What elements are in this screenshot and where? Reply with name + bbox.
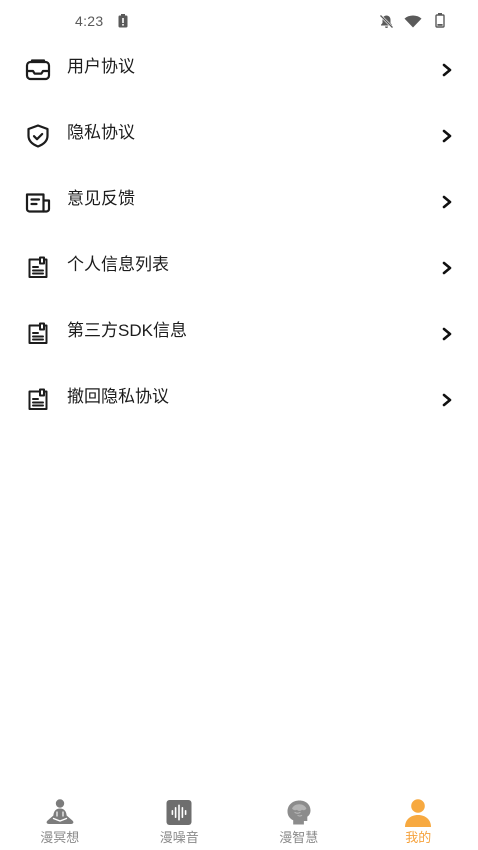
menu-item-label: 隐私协议 <box>67 123 135 142</box>
document-icon <box>24 386 52 414</box>
menu-item-label: 用户协议 <box>67 57 135 76</box>
menu-item-third-party-sdk[interactable]: 第三方SDK信息 <box>0 301 478 367</box>
inbox-icon <box>24 56 52 84</box>
tab-wisdom[interactable]: 漫智慧 <box>239 788 359 850</box>
menu-item-personal-info-list[interactable]: 个人信息列表 <box>0 235 478 301</box>
document-icon <box>24 254 52 282</box>
bottom-tab-bar: 漫冥想 漫噪音 漫智慧 我的 <box>0 788 478 850</box>
chevron-right-icon <box>440 62 454 78</box>
battery-icon <box>435 13 445 28</box>
tab-meditation[interactable]: 漫冥想 <box>0 788 120 850</box>
notifications-off-icon <box>379 14 394 29</box>
menu-item-label: 个人信息列表 <box>67 255 169 274</box>
menu-item-privacy-policy[interactable]: 隐私协议 <box>0 103 478 169</box>
menu-item-label: 撤回隐私协议 <box>67 387 169 406</box>
status-bar: 4:23 <box>0 0 478 42</box>
wifi-icon <box>404 15 422 28</box>
menu-item-label: 第三方SDK信息 <box>67 321 187 340</box>
chevron-right-icon <box>440 128 454 144</box>
profile-icon <box>402 798 434 828</box>
chevron-right-icon <box>440 392 454 408</box>
meditation-icon <box>44 798 76 828</box>
document-icon <box>24 320 52 348</box>
menu-item-label: 意见反馈 <box>67 189 135 208</box>
chevron-right-icon <box>440 326 454 342</box>
tab-label: 漫冥想 <box>40 830 80 845</box>
tab-label: 我的 <box>405 830 432 845</box>
status-time: 4:23 <box>75 13 104 29</box>
chevron-right-icon <box>440 194 454 210</box>
brain-head-icon <box>283 798 315 828</box>
tab-label: 漫智慧 <box>279 830 319 845</box>
tab-noise[interactable]: 漫噪音 <box>120 788 240 850</box>
settings-menu: 用户协议 隐私协议 意见反馈 个人信息列表 第三方SDK信息 撤回隐私协议 <box>0 37 478 433</box>
newspaper-icon <box>24 188 52 216</box>
tab-profile[interactable]: 我的 <box>359 788 478 850</box>
tab-label: 漫噪音 <box>159 830 199 845</box>
battery-alert-icon <box>118 14 128 28</box>
shield-check-icon <box>24 122 52 150</box>
chevron-right-icon <box>440 260 454 276</box>
menu-item-revoke-privacy[interactable]: 撤回隐私协议 <box>0 367 478 433</box>
sound-wave-icon <box>163 798 195 828</box>
menu-item-user-agreement[interactable]: 用户协议 <box>0 37 478 103</box>
menu-item-feedback[interactable]: 意见反馈 <box>0 169 478 235</box>
